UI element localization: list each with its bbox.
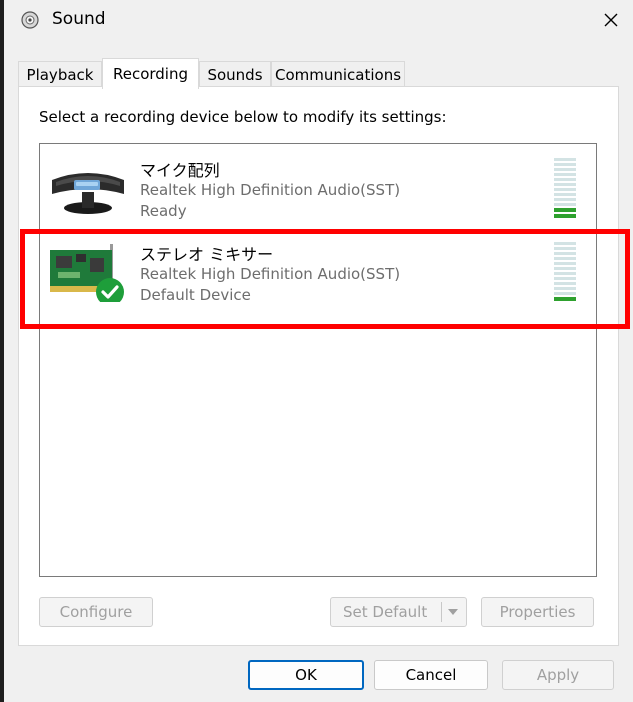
close-icon <box>604 13 618 27</box>
tab-label: Communications <box>274 65 402 84</box>
window-title: Sound <box>52 9 106 29</box>
cancel-button[interactable]: Cancel <box>374 660 488 690</box>
level-meter <box>554 158 576 220</box>
tab-label: Sounds <box>207 65 263 84</box>
tab-communications[interactable]: Communications <box>271 61 405 87</box>
ok-label: OK <box>295 666 317 684</box>
sound-dialog: Sound Playback Recording Sounds Communic… <box>4 0 633 702</box>
apply-label: Apply <box>536 666 580 684</box>
device-list[interactable]: マイク配列 Realtek High Definition Audio(SST)… <box>39 143 597 577</box>
cancel-label: Cancel <box>405 666 457 684</box>
set-default-button[interactable]: Set Default <box>330 597 467 627</box>
microphone-array-icon <box>52 173 124 214</box>
apply-button[interactable]: Apply <box>502 660 614 690</box>
tab-playback[interactable]: Playback <box>18 61 102 87</box>
set-default-label: Set Default <box>343 603 428 621</box>
recording-panel: Select a recording device below to modif… <box>18 86 619 646</box>
device-item-microphone-array[interactable]: マイク配列 Realtek High Definition Audio(SST)… <box>40 144 596 226</box>
device-status: Ready <box>140 202 187 220</box>
configure-label: Configure <box>59 603 133 621</box>
instruction-text: Select a recording device below to modif… <box>39 108 447 126</box>
tab-label: Playback <box>26 65 94 84</box>
device-driver: Realtek High Definition Audio(SST) <box>140 181 401 199</box>
chevron-down-icon[interactable] <box>447 607 459 617</box>
properties-label: Properties <box>499 603 576 621</box>
ok-button[interactable]: OK <box>248 660 364 690</box>
device-name: マイク配列 <box>140 161 220 180</box>
speaker-icon <box>21 11 39 29</box>
configure-button[interactable]: Configure <box>39 597 153 627</box>
close-button[interactable] <box>589 0 633 40</box>
split-divider <box>441 602 442 622</box>
tab-label: Recording <box>112 65 189 83</box>
tab-sounds[interactable]: Sounds <box>199 61 271 87</box>
properties-button[interactable]: Properties <box>481 597 594 627</box>
tab-recording[interactable]: Recording <box>102 58 199 89</box>
title-bar: Sound <box>4 0 633 40</box>
highlight-box <box>20 229 630 329</box>
